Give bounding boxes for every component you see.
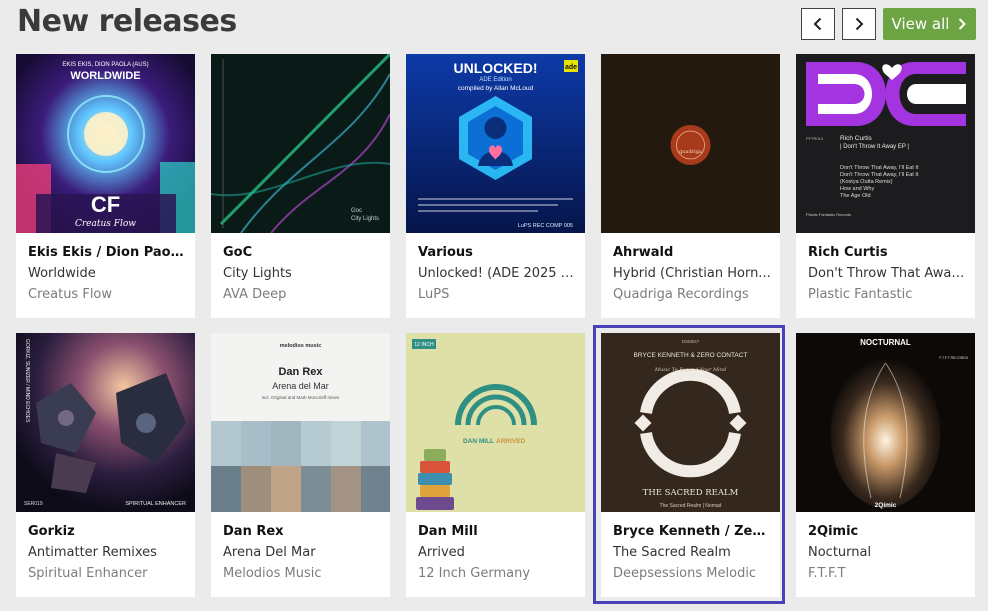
- art-brand: 12 INCH: [414, 342, 434, 348]
- art-line-2: City Lights: [351, 216, 379, 222]
- release-artist[interactable]: Various: [418, 245, 576, 260]
- art-head-2: | Don't Throw It Away EP |: [840, 144, 909, 150]
- release-artwork[interactable]: Goc City Lights: [211, 54, 390, 233]
- release-artwork[interactable]: GORKIZ, SUNIZER / MIND ECHOES SER019 SPI…: [16, 333, 195, 512]
- art-realm: THE SACRED REALM: [643, 488, 739, 498]
- release-title[interactable]: Arrived: [418, 545, 576, 560]
- release-title[interactable]: Antimatter Remixes: [28, 545, 186, 560]
- art-name: DAN MILL: [463, 438, 494, 445]
- release-artist[interactable]: Bryce Kenneth / Zero ...: [613, 524, 771, 539]
- release-artwork[interactable]: 12 INCH DAN MILL ARRIVED: [406, 333, 585, 512]
- art-line-1: Goc: [351, 208, 362, 214]
- release-artist[interactable]: GoC: [223, 245, 381, 260]
- art-logo: CF: [91, 192, 120, 217]
- release-artist[interactable]: 2Qimic: [808, 524, 966, 539]
- chevron-left-icon: [813, 17, 822, 31]
- release-artist[interactable]: Gorkiz: [28, 524, 186, 539]
- art-track: Don't Throw That Away, I'll Eat It: [840, 172, 919, 178]
- release-label[interactable]: Quadriga Recordings: [613, 287, 771, 302]
- art-head: BRYCE KENNETH & ZERO CONTACT: [634, 352, 748, 359]
- release-title[interactable]: Don't Throw That Away,...: [808, 266, 966, 281]
- art-sub: The Sacred Realm | Nomad: [660, 503, 722, 509]
- art-cat: PFTR014: [806, 136, 824, 141]
- release-artist[interactable]: Dan Mill: [418, 524, 576, 539]
- release-artist[interactable]: Rich Curtis: [808, 245, 966, 260]
- release-label[interactable]: Creatus Flow: [28, 287, 186, 302]
- release-artwork[interactable]: EKIS EKIS, DION PAOLA (AUS) WORLDWIDE CF…: [16, 54, 195, 233]
- art-logo: quadriga: [679, 149, 702, 155]
- release-artwork[interactable]: melodios music Dan Rex Arena del Mar inc…: [211, 333, 390, 512]
- release-title[interactable]: Nocturnal: [808, 545, 966, 560]
- release-card[interactable]: GORKIZ, SUNIZER / MIND ECHOES SER019 SPI…: [16, 333, 195, 597]
- art-logo: melodios music: [280, 343, 322, 349]
- art-track: (Kostya Outta Remix): [840, 179, 893, 185]
- art-compiled: compiled by Allan McLoud: [458, 85, 534, 92]
- art-word: ARRIVED: [496, 438, 526, 445]
- release-artwork[interactable]: PFTR014 Rich Curtis | Don't Throw It Awa…: [796, 54, 975, 233]
- chevron-right-icon: [959, 18, 967, 30]
- release-artwork[interactable]: NOCTURNAL 2Qimic F.T.F.T RECORDS: [796, 333, 975, 512]
- art-cat: SER019: [24, 501, 43, 507]
- release-label[interactable]: Deepsessions Melodic: [613, 566, 771, 581]
- section-title: New releases: [17, 4, 237, 39]
- view-all-label: View all: [891, 15, 950, 33]
- art-sub: ADE Edition: [479, 77, 511, 83]
- art-note: incl. Original and Mark Moncrieff mixes: [262, 395, 340, 400]
- art-cat: DSM047: [682, 339, 700, 344]
- release-label[interactable]: Spiritual Enhancer: [28, 566, 186, 581]
- section-header: New releases View all: [0, 0, 988, 50]
- release-label[interactable]: F.T.F.T: [808, 566, 966, 581]
- release-label[interactable]: Melodios Music: [223, 566, 381, 581]
- art-brand: F.T.F.T RECORDS: [939, 356, 968, 360]
- art-brand: Plastic Fantastic Records: [806, 212, 851, 217]
- art-brand: SPIRITUAL ENHANCER: [125, 501, 186, 507]
- art-head: NOCTURNAL: [860, 338, 911, 347]
- release-artist[interactable]: Ahrwald: [613, 245, 771, 260]
- release-card[interactable]: DSM047 BRYCE KENNETH & ZERO CONTACT Musi…: [601, 333, 780, 597]
- art-script: Music To Expand Your Mind: [654, 367, 726, 373]
- release-title[interactable]: Hybrid (Christian Horn...: [613, 266, 771, 281]
- release-artwork[interactable]: quadriga: [601, 54, 780, 233]
- release-card[interactable]: PFTR014 Rich Curtis | Don't Throw It Awa…: [796, 54, 975, 318]
- release-card[interactable]: EKIS EKIS, DION PAOLA (AUS) WORLDWIDE CF…: [16, 54, 195, 318]
- release-artwork[interactable]: DSM047 BRYCE KENNETH & ZERO CONTACT Musi…: [601, 333, 780, 512]
- art-headline: WORLDWIDE: [70, 70, 140, 82]
- art-name: 2Qimic: [875, 502, 897, 509]
- release-artist[interactable]: Ekis Ekis / Dion Paola ...: [28, 245, 186, 260]
- release-card[interactable]: 12 INCH DAN MILL ARRIVED Dan Mill Arrive…: [406, 333, 585, 597]
- release-card[interactable]: Goc City Lights GoC City Lights AVA Deep: [211, 54, 390, 318]
- release-title[interactable]: Arena Del Mar: [223, 545, 381, 560]
- art-head: Dan Rex: [278, 366, 323, 378]
- release-card[interactable]: NOCTURNAL 2Qimic F.T.F.T RECORDS 2Qimic …: [796, 333, 975, 597]
- art-top-text: EKIS EKIS, DION PAOLA (AUS): [62, 62, 148, 68]
- release-label[interactable]: AVA Deep: [223, 287, 381, 302]
- art-head: Rich Curtis: [840, 135, 873, 142]
- release-label[interactable]: 12 Inch Germany: [418, 566, 576, 581]
- view-all-button[interactable]: View all: [883, 8, 976, 40]
- art-sub: Arena del Mar: [272, 381, 329, 391]
- chevron-right-icon: [855, 17, 864, 31]
- release-card[interactable]: ade UNLOCKED! ADE Edition compiled by Al…: [406, 54, 585, 318]
- art-badge: ade: [565, 64, 577, 71]
- release-label[interactable]: Plastic Fantastic: [808, 287, 966, 302]
- art-track: Don't Throw That Away, I'll Eat It: [840, 165, 919, 171]
- release-artwork[interactable]: ade UNLOCKED! ADE Edition compiled by Al…: [406, 54, 585, 233]
- previous-page-button[interactable]: [801, 8, 835, 40]
- art-script: Creatus Flow: [75, 219, 136, 229]
- art-footer: LuPS REC COMP 005: [518, 223, 573, 229]
- art-side: GORKIZ, SUNIZER / MIND ECHOES: [24, 339, 30, 423]
- release-card[interactable]: melodios music Dan Rex Arena del Mar inc…: [211, 333, 390, 597]
- next-page-button[interactable]: [842, 8, 876, 40]
- release-title[interactable]: The Sacred Realm: [613, 545, 771, 560]
- release-artist[interactable]: Dan Rex: [223, 524, 381, 539]
- release-title[interactable]: City Lights: [223, 266, 381, 281]
- art-track: How and Why: [840, 186, 874, 192]
- release-title[interactable]: Unlocked! (ADE 2025 E...: [418, 266, 576, 281]
- art-track: The Age Old: [840, 193, 871, 199]
- release-card[interactable]: quadriga Ahrwald Hybrid (Christian Horn.…: [601, 54, 780, 318]
- release-label[interactable]: LuPS: [418, 287, 576, 302]
- release-title[interactable]: Worldwide: [28, 266, 186, 281]
- art-headline: UNLOCKED!: [454, 60, 538, 76]
